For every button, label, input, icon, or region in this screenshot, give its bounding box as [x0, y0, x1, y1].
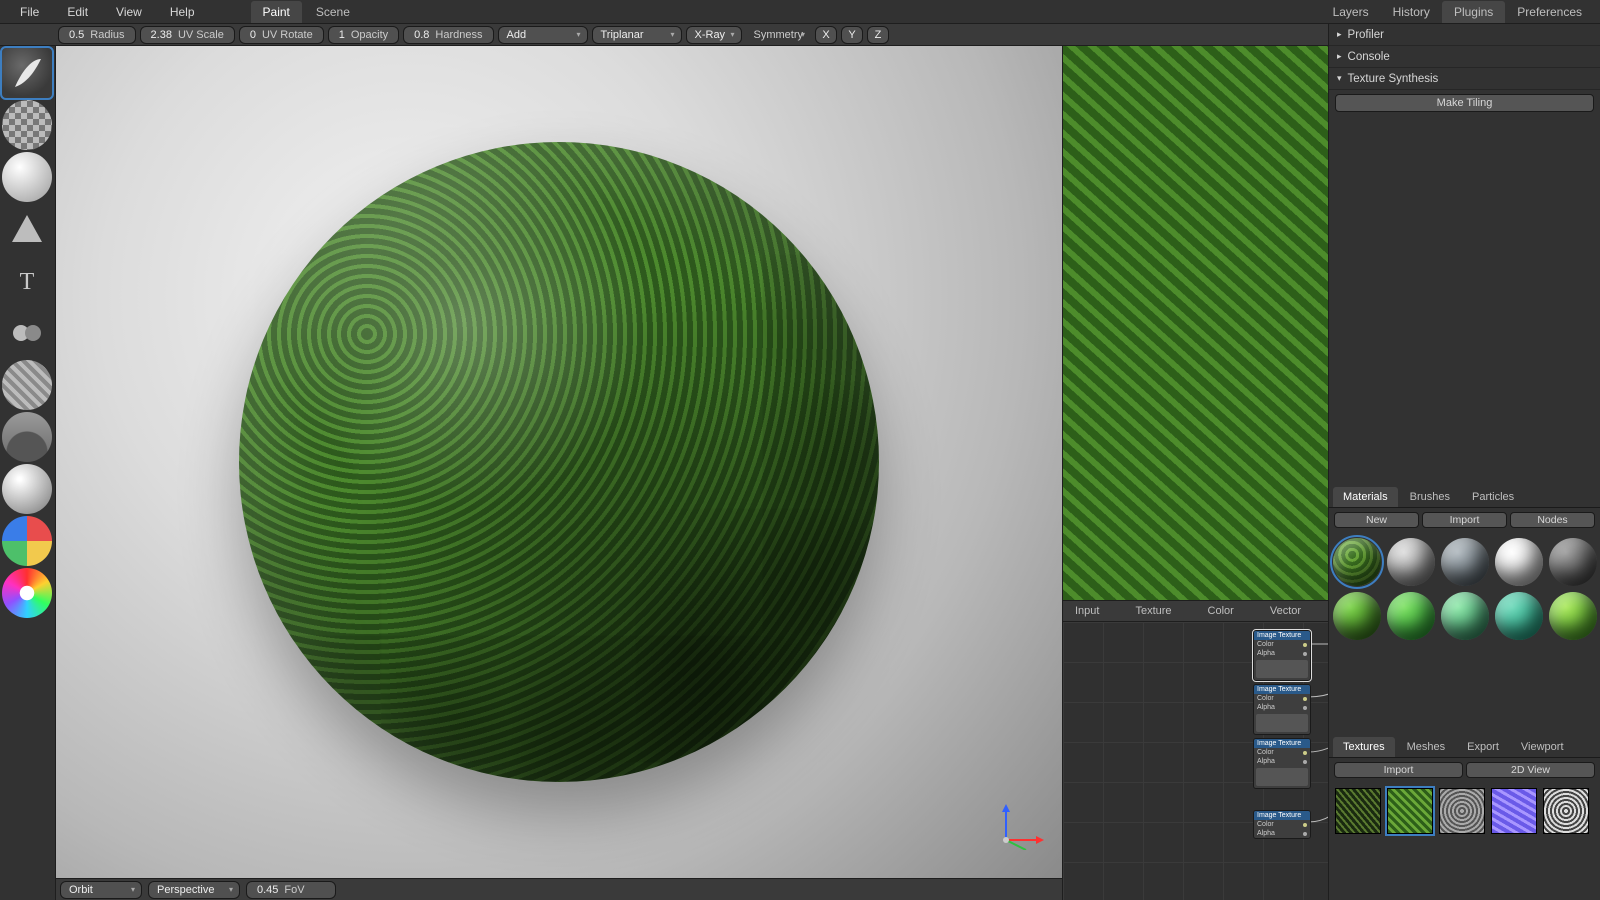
materials-grid	[1329, 532, 1600, 646]
material-swatch[interactable]	[1495, 592, 1543, 640]
tab-materials[interactable]: Materials	[1333, 487, 1398, 507]
nodecat-texture[interactable]: Texture	[1135, 605, 1171, 617]
symmetry-label: Symmetry	[746, 26, 812, 44]
materials-import-button[interactable]: Import	[1422, 512, 1507, 528]
blend-mode-select[interactable]: Add	[498, 26, 588, 44]
menu-edit[interactable]: Edit	[53, 1, 102, 23]
hardness-field[interactable]: 0.8Hardness	[403, 26, 493, 44]
fov-field[interactable]: 0.45FoV	[246, 881, 336, 899]
accordion-texture-synthesis[interactable]: ▾Texture Synthesis	[1329, 68, 1600, 90]
tool-smudge[interactable]	[2, 412, 52, 462]
tab-plugins[interactable]: Plugins	[1442, 1, 1505, 23]
tab-scene[interactable]: Scene	[304, 1, 362, 23]
tab-particles[interactable]: Particles	[1462, 487, 1524, 507]
node-image-texture-4[interactable]: Image Texture Color Alpha	[1253, 810, 1311, 839]
viewport-status-bar: Orbit Perspective 0.45FoV	[56, 878, 1062, 900]
projection-select[interactable]: Perspective	[148, 881, 240, 899]
tool-colorid[interactable]	[2, 516, 52, 566]
tool-brush[interactable]	[2, 48, 52, 98]
svg-text:T: T	[20, 269, 35, 295]
tab-brushes[interactable]: Brushes	[1400, 487, 1460, 507]
materials-nodes-button[interactable]: Nodes	[1510, 512, 1595, 528]
tool-picker[interactable]	[2, 568, 52, 618]
viewport-3d[interactable]	[56, 46, 1062, 878]
nav-mode-select[interactable]: Orbit	[60, 881, 142, 899]
tool-particle[interactable]	[2, 464, 52, 514]
menu-view[interactable]: View	[102, 1, 156, 23]
opacity-field[interactable]: 1Opacity	[328, 26, 399, 44]
tool-text[interactable]: T	[2, 256, 52, 306]
preview-sphere	[239, 142, 879, 782]
textures-2dview-button[interactable]: 2D View	[1466, 762, 1595, 778]
tool-blur[interactable]	[2, 360, 52, 410]
uvscale-field[interactable]: 2.38UV Scale	[140, 26, 235, 44]
material-swatch[interactable]	[1549, 538, 1597, 586]
menu-bar: File Edit View Help Paint Scene Layers H…	[0, 0, 1600, 24]
node-image-texture-1[interactable]: Image Texture Color Alpha	[1253, 630, 1311, 681]
tab-preferences[interactable]: Preferences	[1505, 1, 1594, 23]
material-swatch[interactable]	[1441, 538, 1489, 586]
tab-layers[interactable]: Layers	[1321, 1, 1381, 23]
texture-thumb[interactable]	[1491, 788, 1537, 834]
material-swatch[interactable]	[1495, 538, 1543, 586]
texture-thumb[interactable]	[1439, 788, 1485, 834]
materials-tabs: Materials Brushes Particles	[1329, 486, 1600, 508]
tab-textures[interactable]: Textures	[1333, 737, 1395, 757]
material-swatch[interactable]	[1549, 592, 1597, 640]
tool-clone[interactable]	[2, 308, 52, 358]
material-swatch[interactable]	[1333, 538, 1381, 586]
uvrotate-field[interactable]: 0UV Rotate	[239, 26, 324, 44]
tab-export[interactable]: Export	[1457, 737, 1509, 757]
material-swatch[interactable]	[1441, 592, 1489, 640]
textures-tabs: Textures Meshes Export Viewport	[1329, 736, 1600, 758]
tab-viewport[interactable]: Viewport	[1511, 737, 1574, 757]
node-image-texture-2[interactable]: Image Texture Color Alpha	[1253, 684, 1311, 735]
material-swatch[interactable]	[1387, 592, 1435, 640]
textures-import-button[interactable]: Import	[1334, 762, 1463, 778]
menu-help[interactable]: Help	[156, 1, 209, 23]
tab-meshes[interactable]: Meshes	[1397, 737, 1456, 757]
textures-grid	[1329, 782, 1600, 840]
tool-fill[interactable]	[2, 152, 52, 202]
tab-history[interactable]: History	[1381, 1, 1442, 23]
tool-column: T	[0, 46, 56, 900]
materials-new-button[interactable]: New	[1334, 512, 1419, 528]
nodecat-color[interactable]: Color	[1208, 605, 1234, 617]
tab-paint[interactable]: Paint	[251, 1, 302, 23]
node-image-texture-3[interactable]: Image Texture Color Alpha	[1253, 738, 1311, 789]
mapping-select[interactable]: Triplanar	[592, 26, 682, 44]
radius-field[interactable]: 0.5Radius	[58, 26, 136, 44]
texture-thumb[interactable]	[1387, 788, 1433, 834]
xray-toggle[interactable]: X-Ray	[686, 26, 742, 44]
nodecat-input[interactable]: Input	[1075, 605, 1099, 617]
accordion-profiler[interactable]: ▸Profiler	[1329, 24, 1600, 46]
sym-x-toggle[interactable]: X	[815, 26, 837, 44]
side-panel: ▸Profiler ▸Console ▾Texture Synthesis Ma…	[1328, 24, 1600, 900]
nodecat-vector[interactable]: Vector	[1270, 605, 1301, 617]
texture-thumb[interactable]	[1543, 788, 1589, 834]
tool-eraser[interactable]	[2, 100, 52, 150]
material-swatch[interactable]	[1387, 538, 1435, 586]
texture-thumb[interactable]	[1335, 788, 1381, 834]
make-tiling-button[interactable]: Make Tiling	[1335, 94, 1594, 112]
sym-z-toggle[interactable]: Z	[867, 26, 889, 44]
tool-decal[interactable]	[2, 204, 52, 254]
material-swatch[interactable]	[1333, 592, 1381, 640]
sym-y-toggle[interactable]: Y	[841, 26, 863, 44]
menu-file[interactable]: File	[6, 1, 53, 23]
accordion-console[interactable]: ▸Console	[1329, 46, 1600, 68]
axis-gizmo-icon	[996, 802, 1044, 850]
